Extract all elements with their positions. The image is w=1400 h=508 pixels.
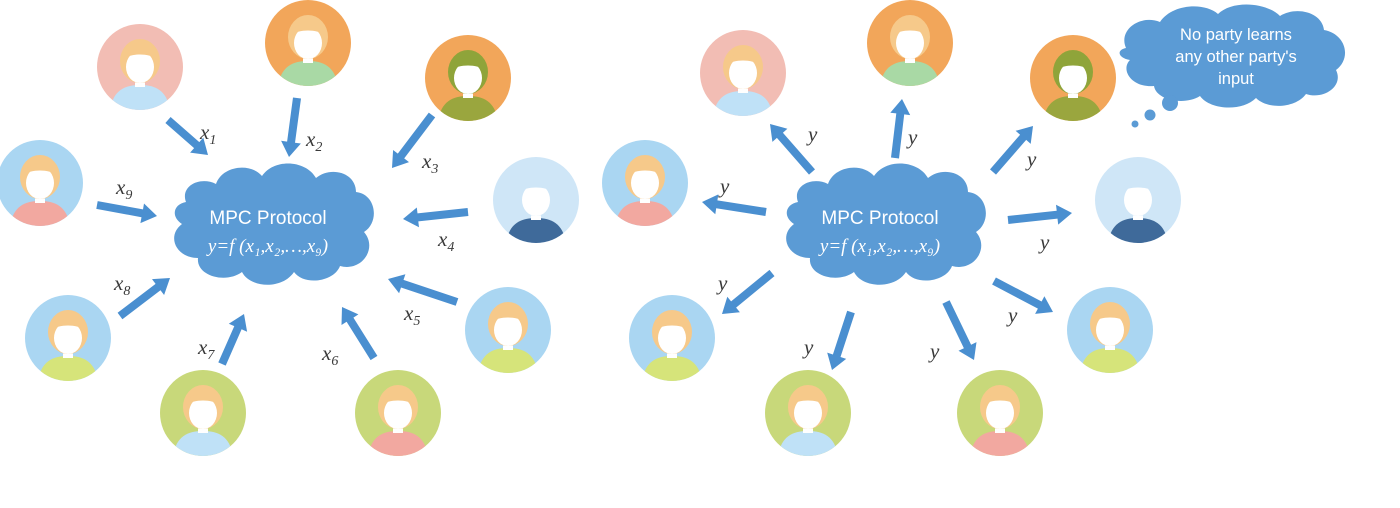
left-input-arrow-4 — [403, 207, 469, 228]
diagram-canvas: MPC Protocol y=f (x₁,x₂,…,x₉) MPC Protoc… — [0, 0, 1346, 456]
left-input-label-8: x8 — [113, 271, 130, 299]
right-output-label-3: y — [1025, 147, 1037, 171]
right-output-label-5: y — [1006, 303, 1018, 327]
right-party-2-avatar — [867, 0, 953, 86]
right-party-2-face — [896, 27, 924, 59]
left-party-4-face — [522, 184, 550, 216]
right-output-arrow-8 — [722, 269, 775, 314]
left-input-arrow-6 — [341, 307, 378, 361]
thought-dot-large — [1162, 95, 1178, 111]
left-input-label-2: x2 — [305, 127, 322, 155]
left-party-1-avatar — [97, 24, 183, 110]
left-party-2-avatar — [265, 0, 351, 86]
right-output-label-4: y — [1038, 230, 1050, 254]
right-party-7-avatar — [765, 370, 851, 456]
right-output-label-2: y — [906, 125, 918, 149]
left-party-5-avatar — [465, 287, 551, 373]
left-input-label-4: x4 — [437, 227, 454, 255]
left-party-9-face — [26, 167, 54, 199]
left-party-7-face — [189, 397, 217, 429]
left-protocol-cloud: MPC Protocol y=f (x₁,x₂,…,x₉) — [174, 163, 374, 285]
right-cloud-formula: y=f (x₁,x₂,…,x₉) — [818, 236, 940, 257]
right-party-1-avatar — [700, 30, 786, 116]
right-output-arrow-4 — [1007, 204, 1072, 225]
left-input-arrow-7 — [218, 314, 248, 366]
left-input-label-3: x3 — [421, 149, 438, 177]
left-input-label-9: x9 — [115, 175, 132, 203]
right-party-5-avatar — [1067, 287, 1153, 373]
right-output-label-7: y — [802, 335, 814, 359]
right-party-8-face — [658, 322, 686, 354]
thought-line-2: any other party's — [1175, 48, 1296, 66]
right-party-1-face — [729, 57, 757, 89]
left-input-label-1: x1 — [199, 120, 216, 148]
right-party-7-face — [794, 397, 822, 429]
left-input-arrow-5 — [388, 274, 459, 306]
right-party-3-face — [1059, 62, 1087, 94]
left-party-6-face — [384, 397, 412, 429]
left-party-3-face — [454, 62, 482, 94]
right-party-5-face — [1096, 314, 1124, 346]
left-party-3-avatar — [425, 35, 511, 121]
right-party-8-avatar — [629, 295, 715, 381]
left-party-1-face — [126, 51, 154, 83]
mpc-diagram: MPC Protocol y=f (x₁,x₂,…,x₉) MPC Protoc… — [0, 0, 1400, 503]
left-party-8-avatar — [25, 295, 111, 381]
left-party-7-avatar — [160, 370, 246, 456]
right-party-4-face — [1124, 184, 1152, 216]
right-party-6-avatar — [957, 370, 1043, 456]
right-cloud-title: MPC Protocol — [821, 208, 938, 229]
thought-bubble: No party learns any other party's input — [1119, 4, 1346, 128]
right-output-label-8: y — [716, 271, 728, 295]
right-party-9-face — [631, 167, 659, 199]
right-output-label-9: y — [718, 174, 730, 198]
left-party-9-avatar — [0, 140, 83, 226]
right-protocol-cloud: MPC Protocol y=f (x₁,x₂,…,x₉) — [786, 163, 986, 285]
right-output-arrow-7 — [827, 310, 855, 370]
left-party-8-face — [54, 322, 82, 354]
thought-dot-small — [1131, 120, 1139, 128]
left-party-2-face — [294, 27, 322, 59]
thought-dot-medium — [1144, 109, 1156, 121]
thought-line-1: No party learns — [1180, 26, 1292, 44]
right-output-label-1: y — [806, 122, 818, 146]
left-input-label-7: x7 — [197, 335, 215, 363]
right-output-arrow-9 — [702, 194, 767, 216]
right-output-arrow-5 — [992, 277, 1053, 314]
right-party-3-avatar — [1030, 35, 1116, 121]
left-input-arrow-9 — [96, 201, 157, 224]
left-input-label-6: x6 — [321, 341, 338, 369]
left-cloud-formula: y=f (x₁,x₂,…,x₉) — [206, 236, 328, 257]
left-party-6-avatar — [355, 370, 441, 456]
right-output-label-6: y — [928, 339, 940, 363]
right-party-4-avatar — [1095, 157, 1181, 243]
left-party-4-avatar — [493, 157, 579, 243]
right-party-9-avatar — [602, 140, 688, 226]
right-party-6-face — [986, 397, 1014, 429]
left-party-5-face — [494, 314, 522, 346]
thought-line-3: input — [1218, 70, 1254, 88]
right-output-arrow-6 — [942, 300, 977, 360]
left-input-arrow-2 — [281, 97, 301, 157]
left-cloud-title: MPC Protocol — [209, 208, 326, 229]
left-input-label-5: x5 — [403, 301, 420, 329]
